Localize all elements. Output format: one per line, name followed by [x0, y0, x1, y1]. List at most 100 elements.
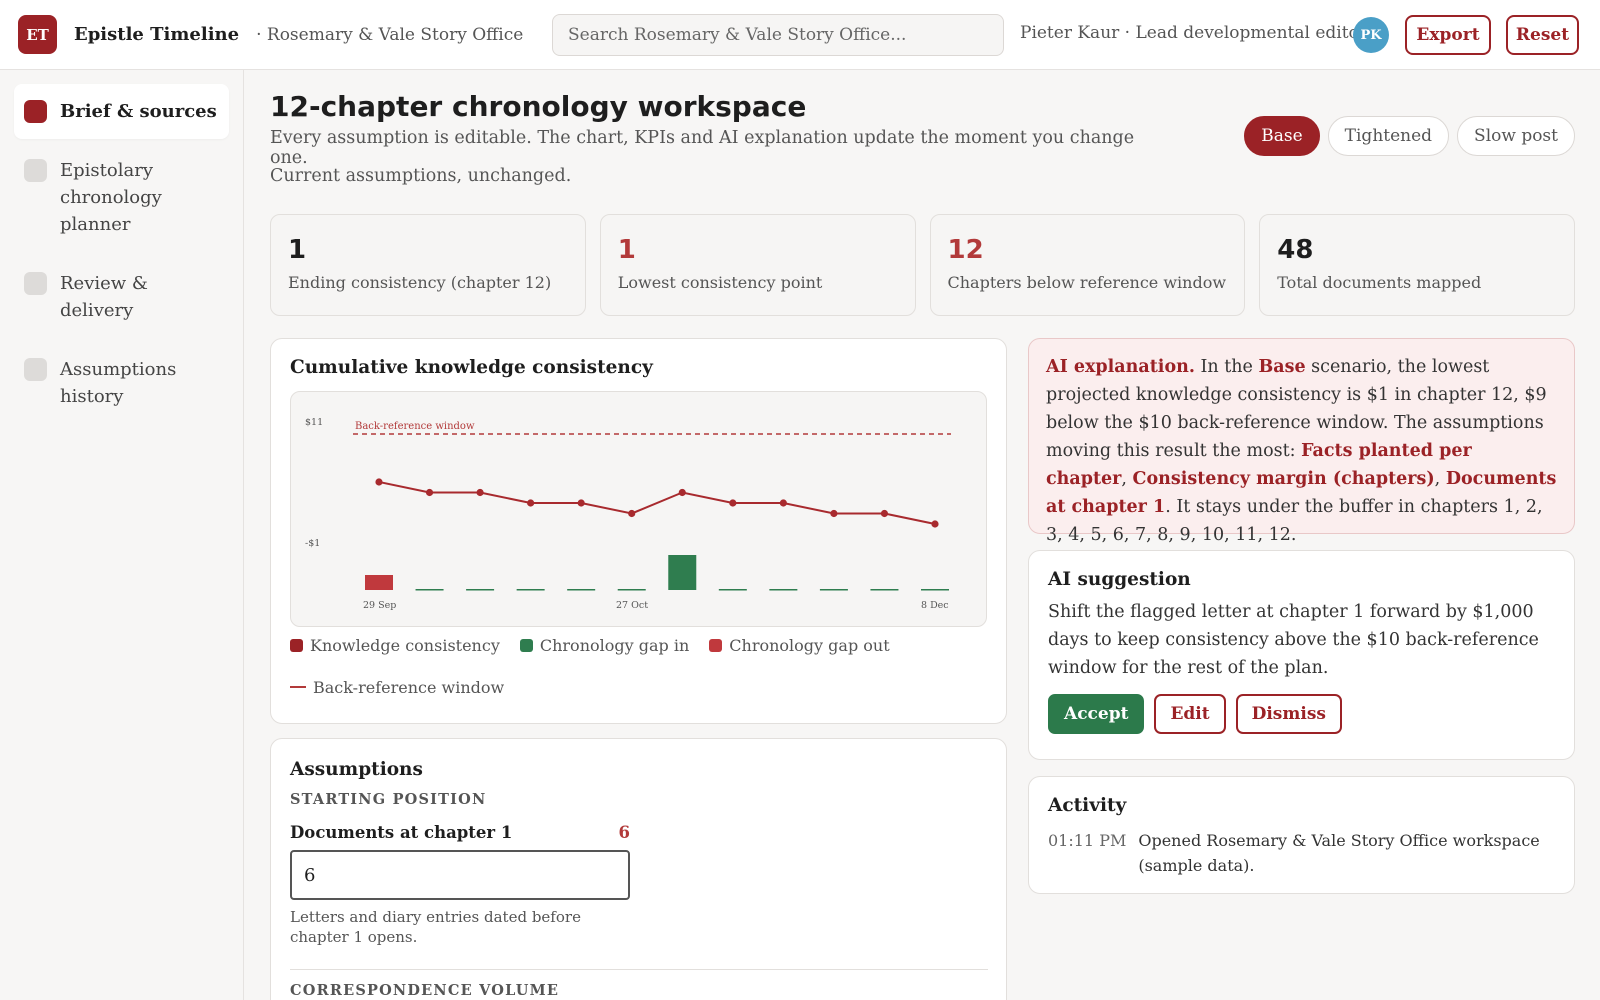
chart-card: Cumulative knowledge consistency $11 -$1 B… — [270, 338, 1007, 724]
gap-out-bar — [365, 575, 393, 590]
status-text: Current assumptions, unchanged. — [270, 166, 572, 186]
legend-consistency: Knowledge consistency — [290, 635, 500, 655]
kpi-value: 12 — [947, 235, 984, 265]
kpi-label: Lowest consistency point — [617, 273, 823, 292]
chart-title: Cumulative knowledge consistency — [290, 357, 653, 378]
legend-label: Chronology gap in — [539, 635, 690, 655]
scenario-switcher: Base Tightened Slow post — [1244, 116, 1575, 156]
app-logo: ET — [18, 15, 57, 54]
consistency-line — [378, 481, 936, 525]
consistency-point — [931, 520, 939, 528]
user-info: Pieter Kaur · Lead developmental editor — [1020, 23, 1367, 43]
ai-explanation-lead: AI explanation. — [1046, 357, 1195, 377]
edit-button[interactable]: Edit — [1154, 694, 1226, 734]
section-label: STARTING POSITION — [290, 791, 487, 808]
sidebar: Brief & sources Epistolary chronology pl… — [0, 70, 244, 1000]
kpi-value: 48 — [1277, 235, 1314, 265]
nav-dot-icon — [24, 159, 47, 182]
consistency-point — [476, 488, 484, 497]
gap-in-bar — [516, 589, 545, 591]
y-tick-label: $11 — [305, 417, 323, 428]
sidebar-item-chronology-planner[interactable]: Epistolary chronology planner — [14, 143, 229, 252]
sidebar-item-label: Brief & sources — [60, 101, 217, 122]
avatar[interactable]: PK — [1353, 17, 1389, 53]
section-label: CORRESPONDENCE VOLUME — [290, 982, 560, 999]
ai-text: , — [1434, 469, 1446, 489]
ai-scenario: Base — [1258, 357, 1306, 377]
legend-swatch — [519, 638, 533, 652]
assumptions-card: Assumptions STARTING POSITION Documents … — [270, 738, 1007, 1000]
top-bar: ET Epistle Timeline · Rosemary & Vale St… — [0, 0, 1600, 70]
consistency-point — [425, 488, 434, 497]
documents-at-chapter-1-input[interactable] — [290, 850, 630, 900]
suggestion-actions: Accept Edit Dismiss — [1048, 694, 1555, 734]
consistency-point — [577, 499, 585, 507]
scenario-tightened[interactable]: Tightened — [1327, 116, 1450, 156]
chart-legend: Knowledge consistency Chronology gap in … — [290, 635, 980, 697]
legend-gap-out: Chronology gap out — [709, 635, 890, 655]
x-tick-label: 27 Oct — [616, 600, 648, 611]
x-tick-label: 29 Sep — [363, 600, 396, 611]
kpi-value: 1 — [617, 235, 636, 265]
kpi-label: Ending consistency (chapter 12) — [288, 273, 552, 292]
field-label: Documents at chapter 1 — [290, 823, 513, 842]
consistency-point — [527, 499, 535, 507]
assumptions-title: Assumptions — [290, 759, 423, 780]
kpi-ending-consistency: 1 Ending consistency (chapter 12) — [270, 214, 586, 316]
nav-dot-icon — [24, 358, 47, 381]
chart-area: $11 -$1 Back-reference window 29 Sep 27 Oct 8… — [290, 391, 987, 627]
gap-in-bar — [567, 589, 596, 591]
legend-swatch — [290, 638, 303, 652]
consistency-point — [729, 499, 737, 507]
activity-text: Opened Rosemary & Vale Story Office work… — [1138, 831, 1540, 875]
consistency-point — [678, 488, 686, 497]
ai-factor: Consistency margin (chapters) — [1132, 469, 1435, 489]
legend-label: Back-reference window — [313, 677, 505, 697]
gap-in-bar — [617, 589, 646, 591]
gap-in-bar — [769, 589, 798, 591]
ai-text: In the — [1194, 357, 1259, 377]
sidebar-item-assumptions-history[interactable]: Assumptions history — [14, 342, 229, 424]
kpi-value: 1 — [288, 235, 307, 265]
sidebar-item-review-delivery[interactable]: Review & delivery — [14, 256, 229, 338]
nav-dot-icon — [24, 100, 47, 123]
kpi-label: Total documents mapped — [1277, 273, 1482, 292]
page-subtitle: Every assumption is editable. The chart,… — [270, 128, 1135, 168]
kpi-total-documents: 48 Total documents mapped — [1259, 214, 1575, 316]
dismiss-button[interactable]: Dismiss — [1235, 694, 1342, 734]
scenario-slow-post[interactable]: Slow post — [1457, 116, 1575, 156]
gap-in-bar — [819, 589, 848, 591]
consistency-point — [628, 509, 636, 518]
consistency-point — [880, 509, 889, 518]
field-current-value: 6 — [618, 823, 630, 842]
legend-gap-in: Chronology gap in — [519, 635, 690, 655]
sidebar-item-label: Epistolary chronology planner — [60, 160, 162, 235]
gap-in-bar — [466, 589, 495, 591]
kpi-lowest-point: 1 Lowest consistency point — [599, 214, 916, 316]
y-tick-label: -$1 — [305, 538, 320, 549]
legend-line-swatch — [290, 686, 306, 688]
legend-window: Back-reference window — [290, 677, 504, 697]
gap-in-bar — [668, 555, 697, 590]
app-title: Epistle Timeline — [74, 24, 240, 45]
consistency-point — [779, 499, 787, 507]
field-help: Letters and diary entries dated before c… — [290, 908, 581, 946]
ai-suggestion-card: AI suggestion Shift the flagged letter a… — [1028, 550, 1575, 760]
consistency-point — [375, 478, 383, 486]
activity-time: 01:11 PM — [1048, 831, 1127, 850]
scenario-base[interactable]: Base — [1244, 116, 1320, 156]
search-input[interactable] — [552, 14, 1004, 56]
sidebar-item-label: Review & delivery — [60, 273, 148, 321]
gap-in-bar — [921, 589, 949, 591]
consistency-chart: $11 -$1 Back-reference window 29 Sep 27 Oct 8… — [305, 417, 951, 611]
sidebar-item-brief-sources[interactable]: Brief & sources — [14, 84, 229, 139]
kpi-label: Chapters below reference window — [947, 273, 1227, 292]
divider — [290, 969, 988, 970]
reset-button[interactable]: Reset — [1506, 15, 1579, 55]
export-button[interactable]: Export — [1405, 15, 1491, 55]
accept-button[interactable]: Accept — [1048, 694, 1145, 734]
gap-in-bar — [870, 589, 899, 591]
gap-in-bar — [718, 589, 747, 591]
legend-label: Chronology gap out — [729, 635, 890, 655]
consistency-point — [830, 509, 838, 518]
